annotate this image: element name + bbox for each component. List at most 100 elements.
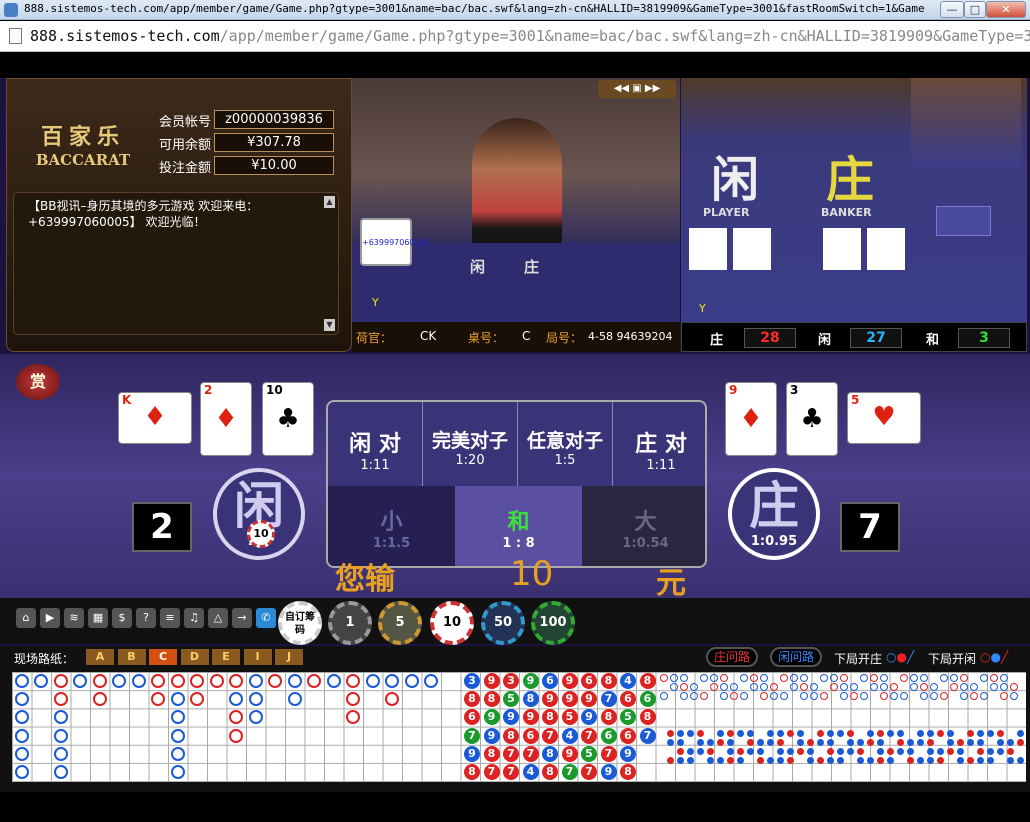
road-dot	[1007, 739, 1014, 746]
road-dot	[707, 739, 714, 746]
minimize-button[interactable]: —	[940, 1, 964, 18]
road-dot	[817, 757, 824, 764]
road-dot	[687, 757, 694, 764]
list-icon[interactable]: ≡	[160, 608, 180, 628]
help-icon[interactable]: ?	[136, 608, 156, 628]
road-dot	[787, 748, 794, 755]
chip-10[interactable]: 10	[430, 601, 474, 645]
video-icon[interactable]: ▶	[40, 608, 60, 628]
road-number-bead: 6	[581, 673, 597, 689]
road-mark	[385, 692, 399, 707]
banker-ask-button[interactable]: 庄问路	[706, 647, 759, 667]
address-bar[interactable]: 888.sistemos-tech.com/app/member/game/Ga…	[0, 21, 1030, 52]
road-dot	[877, 748, 884, 755]
gift-icon[interactable]: ▦	[88, 608, 108, 628]
score-banker-label: 庄	[710, 333, 724, 348]
chip-50[interactable]: 50	[481, 601, 525, 645]
address-url[interactable]: 888.sistemos-tech.com/app/member/game/Ga…	[30, 27, 1030, 45]
road-dot	[857, 748, 864, 755]
road-small-mark	[710, 674, 718, 682]
road-dot	[727, 757, 734, 764]
chip-1[interactable]: 1	[328, 601, 372, 645]
road-tab-j[interactable]: J	[275, 649, 303, 665]
road-mark	[14, 710, 29, 725]
road-dot	[927, 748, 934, 755]
exit-icon[interactable]: →	[232, 608, 252, 628]
road-small-mark	[980, 692, 988, 700]
road-mark	[248, 692, 263, 707]
bet-banker-pair[interactable]: 庄 对 1:11	[613, 402, 705, 486]
road-number-bead: 7	[483, 764, 500, 780]
placed-chip: 10	[247, 520, 275, 548]
road-dot	[677, 730, 684, 737]
road-number-bead: 4	[522, 764, 539, 780]
road-mark	[53, 710, 68, 725]
phone-icon[interactable]: ✆	[256, 608, 276, 628]
scroll-up-icon[interactable]: ▲	[324, 196, 335, 208]
road-mark	[209, 674, 224, 688]
dollar-icon[interactable]: $	[112, 608, 132, 628]
road-number-bead: 5	[620, 709, 636, 726]
player-ask-button[interactable]: 闲问路	[770, 647, 823, 667]
bet-player-pair[interactable]: 闲 对 1:11	[328, 402, 423, 486]
road-dot	[897, 730, 904, 737]
closeup-banker-en: BANKER	[821, 206, 872, 219]
heart-badge-icon[interactable]: 赏	[16, 364, 60, 400]
rss-icon[interactable]: ≋	[64, 608, 84, 628]
road-dot	[907, 748, 914, 755]
road-small-mark	[730, 683, 738, 691]
banker-bet-circle[interactable]: 庄 1:0.95	[728, 468, 820, 560]
bet-perfect-pair[interactable]: 完美对子 1:20	[423, 402, 518, 486]
road-tab-c[interactable]: C	[149, 649, 177, 665]
close-button[interactable]: ✕	[986, 1, 1026, 18]
message-text: 【BB视讯–身历其境的多元游戏 欢迎来电：+639997060005】 欢迎光临…	[28, 199, 259, 229]
road-mark	[14, 765, 29, 779]
lobby-icon[interactable]: ⌂	[16, 608, 36, 628]
road-small-mark	[820, 674, 828, 682]
player-bet-circle[interactable]: 闲 1:1 10	[213, 468, 305, 560]
road-small-mark	[700, 692, 708, 700]
road-number-bead: 9	[581, 691, 597, 708]
road-dot	[867, 730, 874, 737]
road-tab-i[interactable]: I	[243, 649, 272, 665]
road-dot	[777, 748, 784, 755]
road-dot	[687, 730, 694, 737]
road-small-mark	[850, 692, 858, 700]
next-player-icons: ○●╱	[980, 650, 1009, 664]
road-small-mark	[750, 683, 758, 691]
road-dot	[837, 757, 844, 764]
road-dot	[797, 748, 804, 755]
score-banker: 28	[744, 328, 796, 348]
road-dot	[747, 748, 754, 755]
road-dot	[897, 748, 904, 755]
road-tab-d[interactable]: D	[180, 649, 209, 665]
road-small-mark	[790, 674, 798, 682]
road-small-mark	[1010, 683, 1018, 691]
chip-5[interactable]: 5	[378, 601, 422, 645]
road-number-bead: 3	[503, 673, 519, 689]
custom-chip-button[interactable]: 自订筹码	[278, 601, 322, 645]
road-mark	[170, 674, 185, 688]
video-controls[interactable]: ◀◀ ▣ ▶▶	[598, 80, 676, 98]
alert-icon[interactable]: △	[208, 608, 228, 628]
music-icon[interactable]: ♫	[184, 608, 204, 628]
bet-any-pair[interactable]: 任意对子 1:5	[518, 402, 613, 486]
road-number-bead: 8	[483, 691, 500, 708]
road-dot	[667, 739, 674, 746]
road-mark	[346, 710, 360, 725]
road-mark	[34, 674, 48, 688]
road-mark	[229, 692, 243, 707]
maximize-button[interactable]: □	[964, 1, 986, 18]
road-small-mark	[720, 683, 728, 691]
road-dot	[877, 730, 884, 737]
road-tab-b[interactable]: B	[117, 649, 146, 665]
road-number-bead: 7	[503, 745, 519, 762]
chip-100[interactable]: 100	[531, 601, 575, 645]
road-small-mark	[810, 683, 818, 691]
road-tab-e[interactable]: E	[212, 649, 240, 665]
scroll-down-icon[interactable]: ▼	[324, 319, 335, 331]
road-number-bead: 5	[581, 745, 597, 762]
road-tab-a[interactable]: A	[86, 649, 114, 665]
road-small-mark	[1000, 683, 1008, 691]
road-dot	[807, 748, 814, 755]
